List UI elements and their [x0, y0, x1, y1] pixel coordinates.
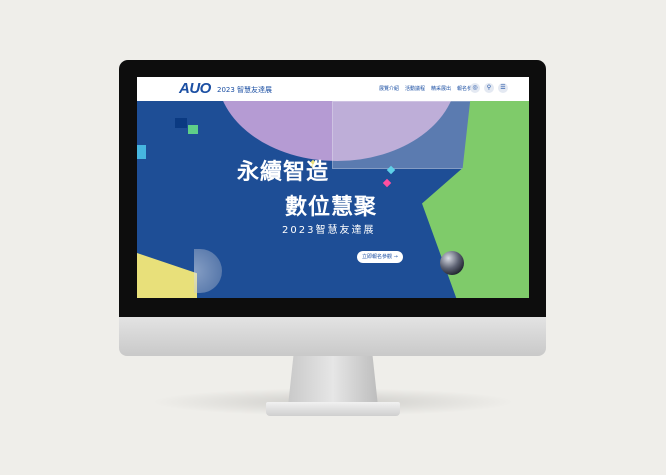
- hero-banner: 永續智造 數位慧聚 2023智慧友達展 立即報名參觀 →: [137, 77, 529, 298]
- globe-icon[interactable]: ◎: [470, 83, 480, 93]
- auo-logo[interactable]: AUO: [179, 80, 211, 97]
- hero-headline-line2: 數位慧聚: [285, 195, 378, 220]
- monitor-stand-neck: [288, 356, 378, 406]
- metal-sphere-decoration: [440, 251, 464, 275]
- hero-subtitle: 2023智慧友達展: [282, 225, 376, 236]
- yellow-shape-decoration: [137, 253, 197, 298]
- nav-link-exhibits[interactable]: 精采展出: [431, 85, 451, 92]
- glass-semicircle-decoration: [194, 249, 222, 293]
- monitor-chin: [119, 317, 546, 356]
- website-screen: AUO 2023 智慧友達展 展覽介紹 活動議程 精采展出 報名參加 ◎ ⚲ ☰…: [137, 77, 529, 298]
- nav-link-agenda[interactable]: 活動議程: [405, 85, 425, 92]
- register-cta-button[interactable]: 立即報名參觀 →: [357, 251, 403, 263]
- nav-link-about[interactable]: 展覽介紹: [379, 85, 399, 92]
- top-navigation-bar: AUO 2023 智慧友達展 展覽介紹 活動議程 精采展出 報名參加 ◎ ⚲ ☰: [137, 77, 529, 101]
- event-title[interactable]: 2023 智慧友達展: [217, 85, 272, 95]
- nav-icon-group: ◎ ⚲ ☰: [470, 83, 508, 93]
- navy-cube-decoration: [175, 118, 187, 128]
- monitor-stand-base: [266, 402, 400, 416]
- green-cube-decoration: [188, 125, 198, 134]
- menu-icon[interactable]: ☰: [498, 83, 508, 93]
- nav-links: 展覽介紹 活動議程 精采展出 報名參加: [379, 85, 477, 92]
- pink-sparkle-decoration: [382, 178, 392, 188]
- search-icon[interactable]: ⚲: [484, 83, 494, 93]
- cyan-cube-decoration: [137, 145, 146, 159]
- hero-headline-line1: 永續智造: [237, 160, 330, 185]
